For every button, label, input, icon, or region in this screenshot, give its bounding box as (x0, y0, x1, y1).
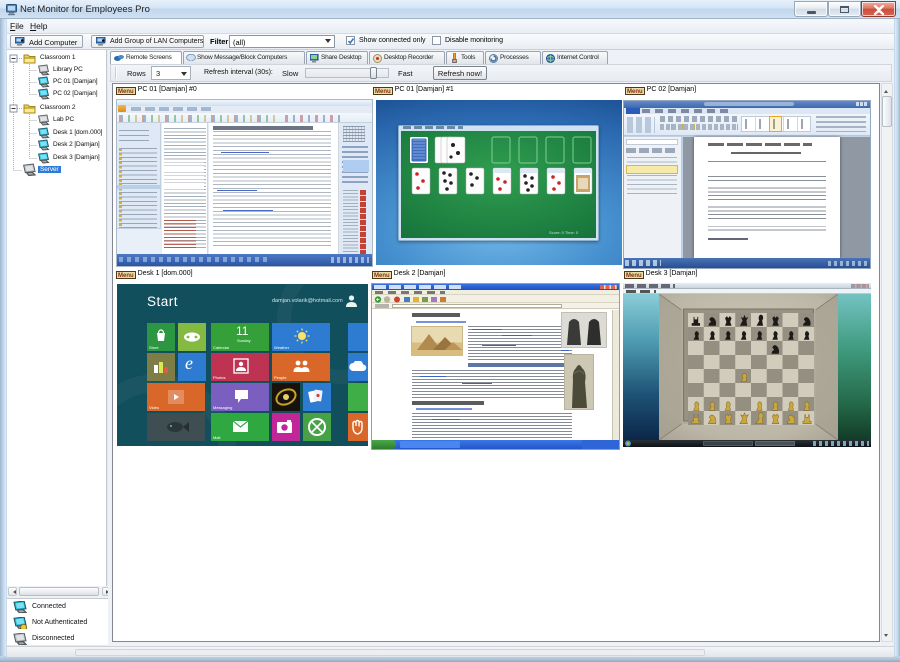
svg-text:Score: 0 Time: 0: Score: 0 Time: 0 (549, 230, 579, 235)
